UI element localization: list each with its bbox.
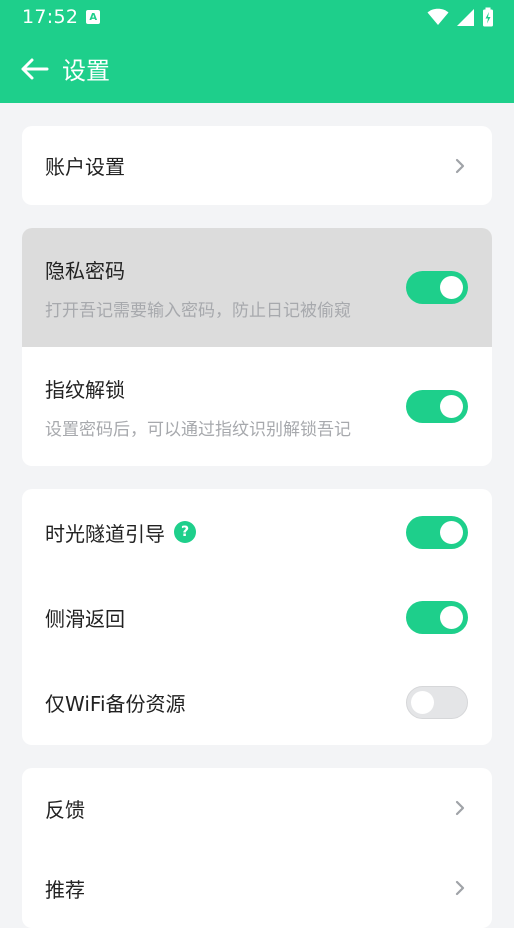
feedback-label: 反馈 bbox=[45, 797, 85, 822]
toggle-knob bbox=[440, 520, 463, 544]
battery-charging-icon bbox=[483, 7, 493, 27]
privacy-card: 隐私密码 打开吾记需要输入密码，防止日记被偷窥 指纹解锁 设置密码后，可以通过指… bbox=[22, 228, 492, 466]
fingerprint-unlock-title: 指纹解锁 bbox=[45, 377, 125, 402]
recommend-row[interactable]: 推荐 bbox=[22, 848, 492, 928]
recommend-label: 推荐 bbox=[45, 877, 85, 902]
toggle-knob bbox=[411, 691, 434, 714]
time-tunnel-toggle[interactable] bbox=[406, 515, 468, 549]
signal-icon bbox=[457, 8, 474, 26]
swipe-back-toggle[interactable] bbox=[406, 601, 468, 634]
fingerprint-unlock-toggle[interactable] bbox=[406, 390, 468, 423]
wifi-backup-toggle[interactable] bbox=[406, 686, 468, 719]
fingerprint-unlock-row[interactable]: 指纹解锁 设置密码后，可以通过指纹识别解锁吾记 bbox=[22, 347, 492, 466]
chevron-right-icon bbox=[452, 800, 468, 816]
page-title: 设置 bbox=[62, 57, 110, 85]
privacy-password-title: 隐私密码 bbox=[45, 258, 125, 283]
time-tunnel-row[interactable]: 时光隧道引导 ? bbox=[22, 489, 492, 575]
toggle-knob bbox=[440, 395, 463, 418]
status-left: 17:52 A bbox=[22, 6, 101, 28]
status-time: 17:52 bbox=[22, 6, 79, 28]
options-card: 时光隧道引导 ? 侧滑返回 仅WiFi备份资源 bbox=[22, 489, 492, 745]
toolbar: 设置 bbox=[0, 34, 514, 103]
swipe-back-title: 侧滑返回 bbox=[45, 607, 125, 631]
feedback-row[interactable]: 反馈 bbox=[22, 768, 492, 848]
toggle-knob bbox=[440, 606, 463, 629]
wifi-icon bbox=[427, 8, 449, 26]
wifi-backup-title: 仅WiFi备份资源 bbox=[45, 692, 186, 716]
fingerprint-unlock-texts: 指纹解锁 设置密码后，可以通过指纹识别解锁吾记 bbox=[45, 374, 351, 440]
notification-a-icon: A bbox=[86, 10, 101, 24]
time-tunnel-title: 时光隧道引导 ? bbox=[45, 518, 196, 547]
back-arrow-icon[interactable] bbox=[18, 53, 50, 85]
privacy-password-subtitle: 打开吾记需要输入密码，防止日记被偷窥 bbox=[45, 300, 351, 321]
privacy-password-texts: 隐私密码 打开吾记需要输入密码，防止日记被偷窥 bbox=[45, 255, 351, 321]
wifi-backup-row[interactable]: 仅WiFi备份资源 bbox=[22, 660, 492, 745]
time-tunnel-label: 时光隧道引导 bbox=[45, 521, 165, 546]
status-right bbox=[427, 7, 494, 27]
privacy-password-row[interactable]: 隐私密码 打开吾记需要输入密码，防止日记被偷窥 bbox=[22, 228, 492, 347]
account-settings-row[interactable]: 账户设置 bbox=[22, 126, 492, 205]
account-settings-label: 账户设置 bbox=[45, 155, 125, 179]
help-icon[interactable]: ? bbox=[174, 521, 196, 543]
account-card: 账户设置 bbox=[22, 126, 492, 205]
toggle-knob bbox=[440, 276, 463, 299]
fingerprint-unlock-subtitle: 设置密码后，可以通过指纹识别解锁吾记 bbox=[45, 419, 351, 440]
chevron-right-icon bbox=[452, 158, 468, 174]
app-header: 17:52 A 设置 bbox=[0, 0, 514, 103]
privacy-password-toggle[interactable] bbox=[406, 271, 468, 304]
chevron-right-icon bbox=[452, 880, 468, 896]
status-bar: 17:52 A bbox=[0, 0, 514, 34]
more-card: 反馈 推荐 bbox=[22, 768, 492, 928]
swipe-back-row[interactable]: 侧滑返回 bbox=[22, 575, 492, 660]
